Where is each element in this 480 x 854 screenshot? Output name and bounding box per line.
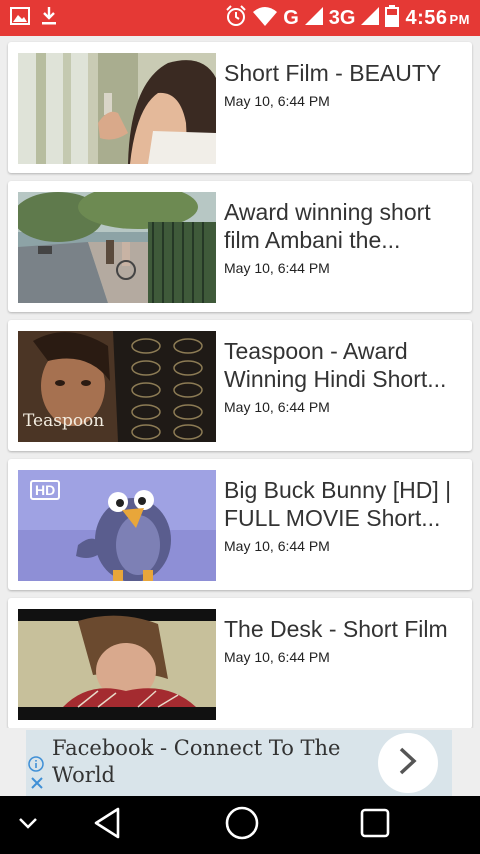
video-title[interactable]: Teaspoon - Award Winning Hindi Short... bbox=[224, 337, 462, 393]
signal-icon bbox=[304, 6, 323, 30]
wifi-icon bbox=[253, 6, 278, 31]
video-feed[interactable]: Short Film - BEAUTY May 10, 6:44 PM Awar… bbox=[0, 36, 480, 728]
close-icon[interactable] bbox=[30, 776, 44, 795]
hd-badge: HD bbox=[30, 480, 61, 500]
video-date: May 10, 6:44 PM bbox=[224, 93, 330, 109]
video-thumbnail[interactable] bbox=[18, 53, 216, 164]
network-type-3g: 3G bbox=[328, 6, 356, 29]
navigation-bar bbox=[0, 796, 480, 854]
gallery-icon bbox=[10, 6, 30, 30]
chevron-down-icon bbox=[18, 816, 38, 835]
video-title[interactable]: The Desk - Short Film bbox=[224, 615, 462, 643]
video-thumbnail[interactable]: Teaspoon bbox=[18, 331, 216, 442]
video-thumbnail[interactable] bbox=[18, 609, 216, 720]
video-date: May 10, 6:44 PM bbox=[224, 399, 330, 415]
video-thumbnail[interactable] bbox=[18, 192, 216, 303]
clock-time: 4:56 bbox=[405, 6, 448, 29]
network-type-g: G bbox=[283, 6, 299, 29]
ad-banner[interactable]: Facebook - Connect To The World bbox=[26, 730, 452, 796]
back-icon bbox=[92, 806, 122, 845]
status-bar: G 3G 4:56 PM bbox=[0, 0, 480, 36]
recents-button[interactable] bbox=[354, 796, 396, 854]
clock: 4:56 PM bbox=[405, 7, 470, 30]
download-icon bbox=[40, 6, 58, 31]
home-icon bbox=[224, 805, 260, 846]
video-title[interactable]: Award winning short film Ambani the... bbox=[224, 198, 462, 254]
battery-icon bbox=[385, 4, 400, 32]
alarm-icon bbox=[225, 4, 247, 32]
recents-icon bbox=[359, 807, 391, 844]
video-card[interactable]: Teaspoon Teaspoon - Award Winning Hindi … bbox=[8, 320, 472, 451]
video-date: May 10, 6:44 PM bbox=[224, 260, 330, 276]
video-card[interactable]: Short Film - BEAUTY May 10, 6:44 PM bbox=[8, 42, 472, 173]
thumbnail-title-text: Teaspoon bbox=[23, 411, 105, 431]
info-icon[interactable] bbox=[28, 756, 44, 776]
video-card[interactable]: The Desk - Short Film May 10, 6:44 PM bbox=[8, 598, 472, 728]
hide-nav-button[interactable] bbox=[10, 796, 46, 854]
clock-ampm: PM bbox=[449, 11, 470, 27]
video-date: May 10, 6:44 PM bbox=[224, 538, 330, 554]
video-card[interactable]: Award winning short film Ambani the... M… bbox=[8, 181, 472, 312]
video-thumbnail[interactable]: HD bbox=[18, 470, 216, 581]
signal-icon bbox=[361, 6, 380, 30]
ad-open-button[interactable] bbox=[378, 733, 438, 793]
back-button[interactable] bbox=[86, 796, 128, 854]
video-title[interactable]: Short Film - BEAUTY bbox=[224, 59, 462, 87]
chevron-right-icon bbox=[397, 746, 419, 781]
video-card[interactable]: HD Big Buck Bunny [HD] | FULL MOVIE Shor… bbox=[8, 459, 472, 590]
video-title[interactable]: Big Buck Bunny [HD] | FULL MOVIE Short..… bbox=[224, 476, 462, 532]
video-date: May 10, 6:44 PM bbox=[224, 649, 330, 665]
home-button[interactable] bbox=[220, 796, 264, 854]
ad-text[interactable]: Facebook - Connect To The World bbox=[52, 735, 372, 789]
